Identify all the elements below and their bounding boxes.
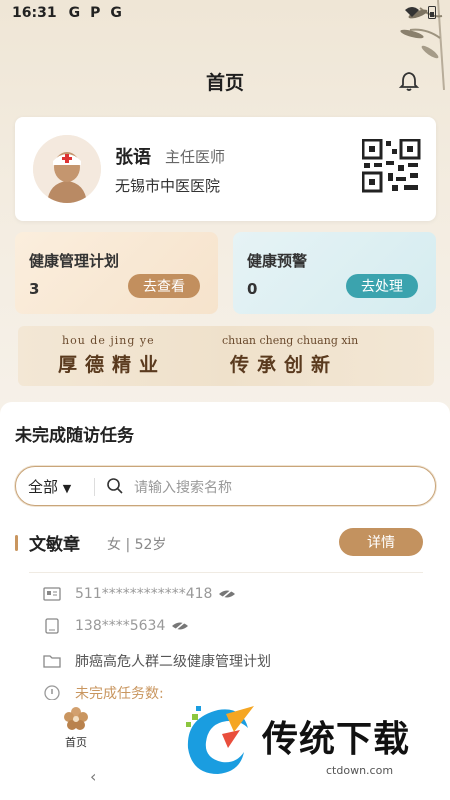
doctor-hospital: 无锡市中医医院 [115, 177, 221, 195]
patient-info: 女 | 52岁 [107, 537, 167, 553]
id-card-icon [43, 587, 61, 601]
patient-plan-row: 肺癌高危人群二级健康管理计划 [43, 651, 271, 671]
patient-phone-row: 138****5634 [43, 618, 189, 634]
handle-warning-button[interactable]: 去处理 [346, 274, 418, 298]
nav-home-label: 首页 [65, 736, 87, 749]
patient-accent-bar [15, 535, 18, 551]
search-input[interactable]: 请输入搜索名称 [134, 477, 232, 497]
tasks-section-title: 未完成随访任务 [15, 426, 134, 446]
motto-banner: hou de jing ye 厚德精业 chuan cheng chuang x… [18, 326, 434, 386]
notification-icon-g: G [68, 5, 81, 21]
banner-left-pinyin: hou de jing ye [62, 334, 155, 347]
patient-card[interactable]: 文敏章 女 | 52岁 详情 511************418 138***… [15, 520, 436, 702]
battery-icon [428, 6, 436, 19]
eye-off-icon[interactable] [218, 587, 236, 601]
banner-right-text: 传承创新 [230, 354, 339, 376]
chevron-left-icon[interactable]: ‹ [90, 767, 96, 786]
info-icon [44, 685, 60, 701]
patient-plan: 肺癌高危人群二级健康管理计划 [75, 654, 271, 670]
health-plan-card[interactable]: 健康管理计划 3 去查看 [15, 232, 218, 314]
banner-right-pinyin: chuan cheng chuang xin [222, 334, 359, 347]
detail-button[interactable]: 详情 [339, 528, 423, 556]
patient-divider [29, 572, 423, 573]
view-plan-button[interactable]: 去查看 [128, 274, 200, 298]
qr-code-icon[interactable] [362, 139, 422, 193]
page-title: 首页 [205, 72, 244, 94]
health-plan-count: 3 [29, 280, 40, 298]
doctor-profile-card[interactable]: 张语 主任医师 无锡市中医医院 [15, 117, 436, 221]
health-warning-card[interactable]: 健康预警 0 去处理 [233, 232, 436, 314]
notification-icon-g2: G [110, 5, 122, 21]
search-bar: 全部 ▼ 请输入搜索名称 [15, 466, 436, 506]
status-right-icons [404, 5, 436, 19]
watermark-url: ctdown.com [326, 764, 394, 777]
caret-down-icon: ▼ [62, 482, 72, 495]
watermark-logo-icon [186, 706, 254, 774]
doctor-title: 主任医师 [165, 148, 226, 166]
health-warning-title: 健康预警 [247, 252, 308, 270]
banner-left-text: 厚德精业 [58, 354, 167, 376]
filter-selected: 全部 [28, 478, 59, 496]
filter-dropdown[interactable]: 全部 ▼ [28, 476, 71, 497]
nav-home[interactable]: 首页 [56, 706, 96, 750]
doctor-name: 张语 [115, 147, 151, 168]
watermark-text: 传统下载 [262, 719, 411, 760]
patient-phone: 138****5634 [75, 618, 166, 634]
folder-icon [43, 655, 61, 668]
status-time: 16:31 [12, 5, 57, 21]
health-warning-count: 0 [247, 280, 258, 298]
home-flower-icon [64, 707, 88, 730]
wifi-icon [405, 7, 419, 17]
notification-icon-p: P [90, 5, 101, 21]
avatar [33, 135, 101, 203]
patient-name: 文敏章 [29, 535, 80, 555]
phone-icon [45, 618, 59, 634]
search-divider [94, 478, 95, 496]
doctor-avatar-icon [33, 135, 101, 203]
patient-id-number: 511************418 [75, 586, 213, 602]
patient-id-row: 511************418 [43, 586, 236, 602]
health-plan-title: 健康管理计划 [29, 252, 120, 270]
bell-icon[interactable] [398, 70, 420, 92]
eye-off-icon[interactable] [171, 619, 189, 633]
watermark: 传统下载 ctdown.com [178, 704, 428, 778]
search-icon [107, 478, 123, 494]
